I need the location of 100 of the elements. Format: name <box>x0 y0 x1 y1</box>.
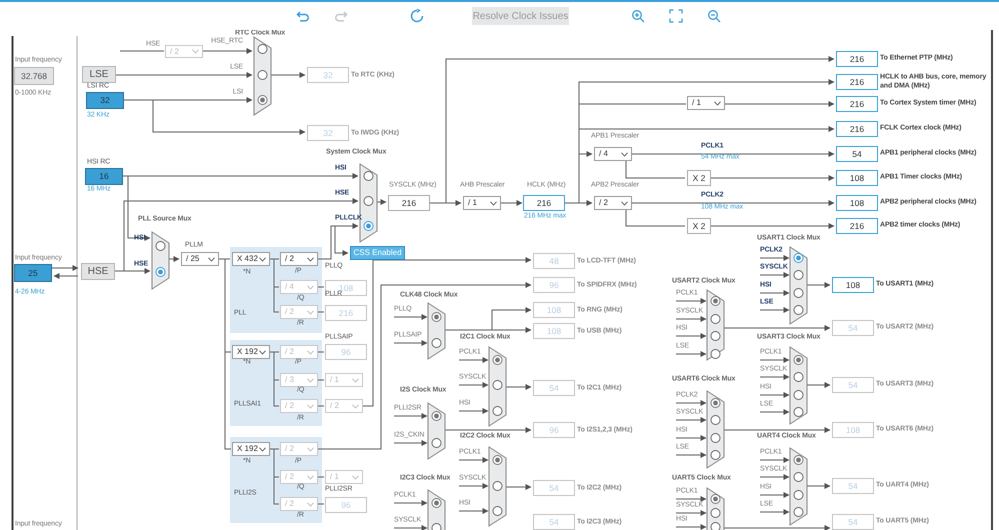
connector-line <box>676 452 706 458</box>
divider-dropdown[interactable]: X 192 <box>232 345 270 359</box>
oscillator-block: LSE <box>82 66 116 83</box>
output-frequency-value: 32 <box>307 67 349 83</box>
connector-line <box>760 392 790 398</box>
output-frequency-value: 216 <box>836 121 878 137</box>
divider-dropdown[interactable]: / 1 <box>687 96 725 110</box>
frequency-value: 216 <box>388 195 430 211</box>
connector-line <box>760 272 790 278</box>
connector-line <box>760 474 790 480</box>
chevron-down-icon <box>259 256 266 262</box>
chevron-down-icon <box>307 502 314 506</box>
connector-line <box>394 525 428 530</box>
chevron-down-icon <box>307 446 314 452</box>
fit-screen-icon[interactable] <box>669 9 683 23</box>
chevron-down-icon <box>307 284 314 290</box>
connector-line <box>202 48 252 54</box>
divider-dropdown[interactable]: / 2 <box>280 399 318 413</box>
connector-line <box>506 484 532 490</box>
frequency-value: 216 <box>325 305 367 321</box>
connector-line <box>806 483 830 489</box>
divider-dropdown[interactable]: / 4 <box>594 147 632 161</box>
divider-dropdown[interactable]: / 1 <box>325 470 363 484</box>
divider-dropdown[interactable]: / 2 <box>594 196 632 210</box>
chevron-down-icon <box>259 350 266 354</box>
connector-line <box>760 374 790 380</box>
frequency-input-field[interactable]: 32.768 <box>14 67 54 85</box>
chevron-down-icon <box>307 404 314 408</box>
connector-line <box>760 492 790 498</box>
connector-line <box>760 307 790 313</box>
connector-line <box>458 457 488 463</box>
divider-dropdown[interactable]: / 2 <box>280 470 318 484</box>
output-frequency-value: 108 <box>836 195 878 211</box>
connector-line <box>760 357 790 363</box>
divider-dropdown[interactable]: / 2 <box>280 442 318 456</box>
refresh-icon[interactable] <box>410 9 424 23</box>
chevron-down-icon <box>192 49 199 54</box>
chevron-down-icon <box>352 474 359 480</box>
divider-dropdown[interactable]: X 192 <box>232 442 270 456</box>
output-frequency-value: 108 <box>832 422 874 438</box>
divider-dropdown[interactable]: / 2 <box>280 305 318 319</box>
divider-dropdown[interactable]: / 2 <box>325 399 363 413</box>
divider-dropdown[interactable]: / 3 <box>280 373 318 387</box>
radio-button[interactable] <box>710 349 720 359</box>
chevron-down-icon <box>307 256 314 262</box>
output-frequency-value: 216 <box>836 96 878 112</box>
oscillator-value-field[interactable]: 32 <box>86 92 124 109</box>
chevron-down-icon <box>352 404 359 408</box>
connector-line <box>376 199 386 205</box>
zoom-in-icon[interactable] <box>631 9 645 23</box>
divider-dropdown[interactable]: / 25 <box>181 252 219 266</box>
divider-dropdown[interactable]: / 2 <box>280 497 318 511</box>
chevron-down-icon <box>307 310 314 314</box>
divider-dropdown[interactable]: / 1 <box>463 196 501 210</box>
connector-line <box>54 273 78 279</box>
frequency-value: 216 <box>523 195 565 211</box>
divider-dropdown[interactable]: / 2 <box>280 252 318 266</box>
divider-dropdown[interactable]: X 432 <box>232 252 270 266</box>
output-frequency-value: 54 <box>832 514 874 530</box>
connector-line <box>760 509 790 515</box>
chevron-down-icon <box>714 100 721 106</box>
connector-line <box>676 351 706 357</box>
divider-dropdown[interactable]: / 1 <box>325 373 363 387</box>
output-frequency-value: 108 <box>533 323 575 339</box>
connector-line <box>318 476 324 478</box>
chevron-down-icon <box>352 378 359 382</box>
connector-line <box>760 290 790 296</box>
chevron-down-icon <box>307 350 314 354</box>
output-frequency-value: 54 <box>533 480 575 496</box>
connector-line <box>394 500 428 506</box>
output-frequency-value: 216 <box>836 51 878 67</box>
connector-line <box>676 524 706 530</box>
output-frequency-value: 32 <box>307 125 349 141</box>
output-frequency-value: 216 <box>836 218 878 234</box>
connector-line <box>458 483 488 489</box>
connector-line <box>760 457 790 463</box>
frequency-value: X 2 <box>687 218 711 234</box>
output-frequency-value: 96 <box>533 422 575 438</box>
chevron-down-icon <box>307 378 314 382</box>
frequency-input-field[interactable]: 25 <box>14 264 52 282</box>
oscillator-value-field[interactable]: 16 <box>85 168 123 185</box>
frequency-value: X 2 <box>687 170 711 186</box>
divider-dropdown[interactable]: / 2 <box>165 45 203 58</box>
connector-line <box>676 400 706 406</box>
divider-dropdown[interactable]: / 2 <box>280 345 318 359</box>
connector-line <box>760 255 790 261</box>
connector-line <box>760 409 790 415</box>
undo-icon[interactable] <box>296 9 310 23</box>
css-enabled-button[interactable]: CSS Enabled <box>350 246 405 260</box>
connector-line <box>676 316 706 322</box>
output-frequency-value: 54 <box>533 380 575 396</box>
output-frequency-value: 108 <box>533 302 575 318</box>
frequency-value: 96 <box>325 344 367 360</box>
connector-line <box>52 265 78 271</box>
zoom-out-icon[interactable] <box>707 9 721 23</box>
divider-dropdown[interactable]: / 4 <box>280 280 318 294</box>
connector-line <box>676 417 706 423</box>
connector-line <box>676 496 706 502</box>
chevron-down-icon <box>490 200 497 206</box>
output-frequency-value: 216 <box>836 74 878 90</box>
